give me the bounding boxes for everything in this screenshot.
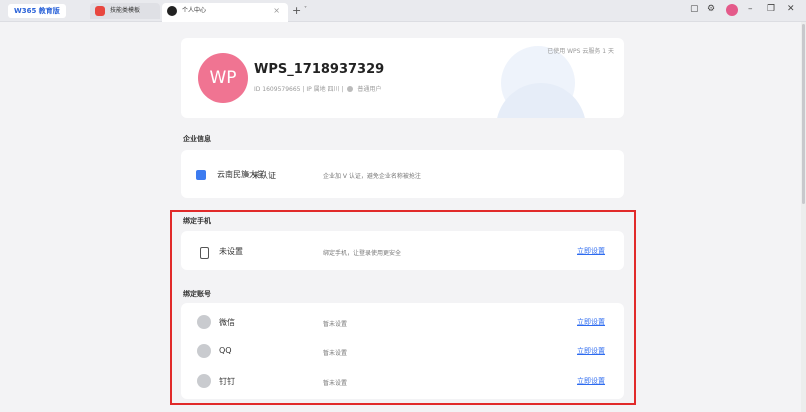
scrollbar-thumb[interactable] <box>802 24 805 204</box>
tab-personal-center[interactable]: 个人中心 × <box>162 3 288 22</box>
status-text: 未认证 <box>252 171 276 180</box>
window-box-icon[interactable]: ▢ <box>690 4 699 14</box>
section-title-enterprise: 企业信息 <box>183 135 211 143</box>
tab-label: 个人中心 <box>182 7 207 14</box>
ip-location: IP 属地 四川 <box>306 86 340 93</box>
profile-card: WP WPS_1718937329 ID 1609579665 | IP 属地 … <box>181 38 624 118</box>
user-level-icon <box>347 86 354 92</box>
user-role: 普通用户 <box>357 86 382 93</box>
enterprise-hint: 企业加 V 认证，避免企业名称被抢注 <box>323 173 421 180</box>
username: WPS_1718937329 <box>254 62 385 77</box>
tab-label: 技能类模板 <box>110 7 141 14</box>
divider: | <box>341 86 346 93</box>
app-logo[interactable]: W365 教育版 <box>8 4 66 18</box>
user-id: ID 1609579665 <box>254 86 301 93</box>
tab-template[interactable]: 技能类模板 <box>90 3 160 19</box>
highlight-box <box>170 210 636 405</box>
building-icon <box>196 170 206 180</box>
new-tab-button[interactable]: + <box>292 4 301 17</box>
status-dot-icon <box>244 172 249 177</box>
wps-icon <box>167 6 177 16</box>
profile-meta: ID 1609579665 | IP 属地 四川 | 普通用户 <box>254 84 381 93</box>
scrollbar[interactable] <box>801 22 806 412</box>
settings-icon[interactable]: ⚙ <box>707 4 715 14</box>
template-icon <box>95 6 105 16</box>
avatar[interactable]: WP <box>198 53 248 103</box>
service-days: 已使用 WPS 云服务 1 天 <box>547 48 614 55</box>
status-badge: 未认证 <box>244 170 276 181</box>
chevron-down-icon[interactable]: ˅ <box>304 6 307 13</box>
close-button[interactable]: ✕ <box>787 4 795 14</box>
minimize-button[interactable]: – <box>748 4 753 14</box>
user-avatar-small[interactable] <box>726 4 738 16</box>
restore-button[interactable]: ❐ <box>767 4 775 14</box>
close-tab-icon[interactable]: × <box>273 3 280 19</box>
enterprise-card: 云南民族大学 未认证 企业加 V 认证，避免企业名称被抢注 <box>181 150 624 198</box>
tab-bar: W365 教育版 技能类模板 个人中心 × + ˅ ▢ ⚙ – ❐ ✕ <box>0 0 806 22</box>
